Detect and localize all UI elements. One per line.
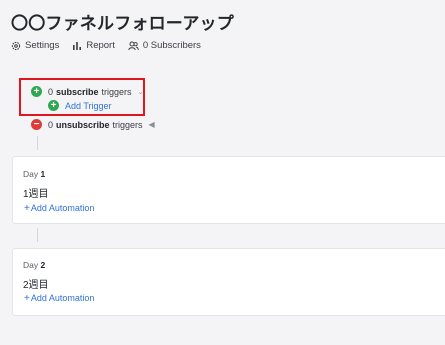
- connector-line: [37, 136, 38, 150]
- highlight-box: [19, 78, 145, 116]
- add-automation-button[interactable]: +Add Automation: [24, 293, 94, 304]
- add-automation-label: Add Automation: [30, 293, 95, 303]
- tab-report[interactable]: Report: [72, 40, 115, 51]
- day-label: Day 1: [23, 169, 45, 179]
- tab-subscribers-label: 0 Subscribers: [142, 40, 201, 51]
- day-name: 2週目: [23, 280, 49, 291]
- tab-report-label: Report: [86, 40, 115, 51]
- gear-icon: [11, 41, 21, 50]
- tab-settings-label: Settings: [25, 40, 60, 51]
- chevron-left-icon[interactable]: ◀: [149, 120, 155, 129]
- day-card-1: Day 1 1週目 +Add Automation: [12, 156, 445, 224]
- users-icon: [128, 41, 139, 50]
- unsubscribe-triggers-row[interactable]: − 0 unsubscribe triggers ◀: [31, 119, 155, 130]
- day-card-2: Day 2 2週目 +Add Automation: [12, 248, 445, 316]
- tab-subscribers[interactable]: 0 Subscribers: [128, 40, 201, 51]
- add-automation-button[interactable]: +Add Automation: [24, 203, 94, 214]
- day-number: 2: [40, 260, 46, 270]
- day-prefix: Day: [23, 169, 39, 179]
- minus-circle-icon: −: [31, 119, 42, 130]
- add-automation-label: Add Automation: [30, 203, 95, 213]
- unsubscribe-suffix: triggers: [112, 119, 143, 130]
- unsubscribe-count: 0: [48, 119, 54, 130]
- tab-settings[interactable]: Settings: [11, 40, 59, 51]
- day-prefix: Day: [23, 260, 39, 270]
- page-title: 〇〇ファネルフォローアップ: [11, 14, 234, 33]
- tab-bar: Settings Report 0 Subscribers: [11, 40, 214, 51]
- day-number: 1: [40, 169, 46, 179]
- plus-icon: +: [24, 293, 30, 304]
- day-name: 1週目: [23, 189, 49, 200]
- bar-chart-icon: [73, 41, 82, 50]
- plus-icon: +: [24, 203, 30, 214]
- connector-line: [37, 228, 38, 242]
- unsubscribe-keyword: unsubscribe: [56, 119, 110, 130]
- day-label: Day 2: [23, 260, 45, 270]
